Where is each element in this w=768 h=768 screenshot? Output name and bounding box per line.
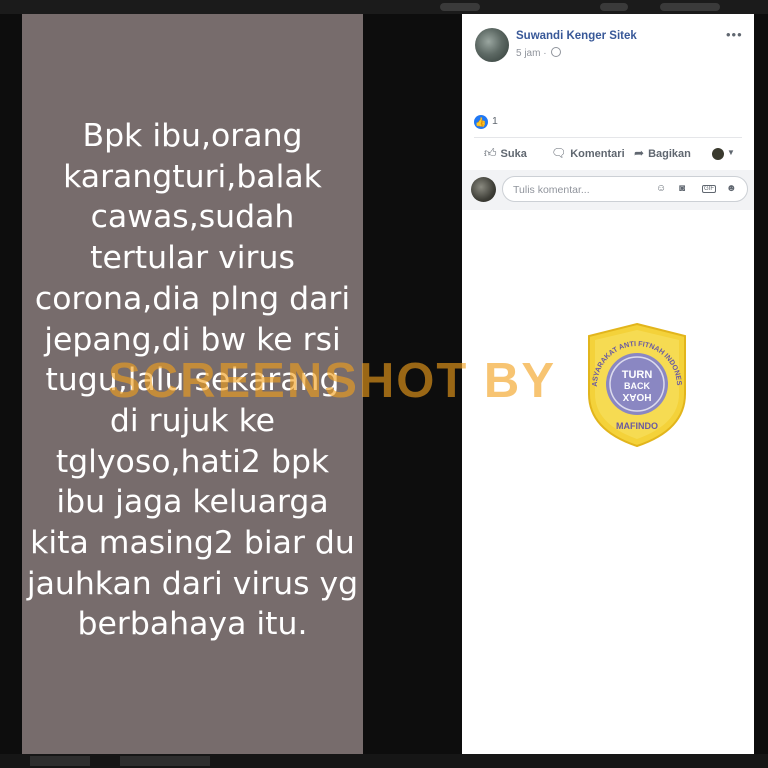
share-icon: ➦ (634, 146, 645, 160)
author-name[interactable]: Suwandi Kenger Sitek (516, 30, 637, 42)
meta-separator: · (543, 48, 547, 59)
comment-button[interactable]: 🗨︎ Komentari (551, 146, 625, 160)
share-button[interactable]: ➦ Bagikan (634, 146, 691, 160)
watermark-text: SCREENSHOT BY (108, 354, 557, 408)
camera-icon[interactable]: ◙ (679, 183, 685, 194)
like-button[interactable]: 👍︎ Suka (484, 146, 527, 161)
taskbar-item[interactable] (30, 756, 90, 766)
author-avatar[interactable] (475, 28, 509, 62)
taskbar (0, 754, 768, 768)
comment-icon: 🗨︎ (551, 146, 567, 160)
svg-text:TURN: TURN (622, 369, 653, 381)
top-bar-element (440, 3, 480, 11)
svg-text:BACK: BACK (624, 381, 650, 391)
taskbar-item[interactable] (120, 756, 210, 766)
top-bar-element (600, 3, 628, 11)
top-bar-element (660, 3, 720, 11)
like-count[interactable]: 1 (492, 115, 498, 127)
divider (474, 137, 742, 138)
svg-text:HOAX: HOAX (622, 391, 651, 402)
post-meta: 5 jam · (516, 47, 562, 59)
share-as-avatar[interactable] (712, 148, 724, 160)
globe-icon (551, 47, 562, 57)
post-time[interactable]: 5 jam (516, 48, 540, 59)
comment-button-label: Komentari (570, 148, 625, 160)
like-button-label: Suka (500, 148, 527, 160)
thumbs-up-icon: 👍︎ (484, 146, 497, 160)
sticker-icon[interactable]: ☻ (726, 183, 737, 194)
share-button-label: Bagikan (648, 148, 691, 160)
more-options-icon[interactable]: ••• (726, 27, 743, 42)
commenter-avatar (471, 177, 496, 202)
mafindo-logo: MASYARAKAT ANTI FITNAH INDONESIA TURN BA… (585, 322, 686, 448)
browser-top-bar (0, 0, 768, 14)
smiley-icon[interactable]: ☺ (656, 183, 666, 194)
like-reaction-icon[interactable]: 👍 (474, 115, 488, 129)
gif-icon[interactable]: GIF (702, 185, 716, 193)
svg-text:MAFINDO: MAFINDO (616, 421, 658, 431)
chevron-down-icon[interactable]: ▼ (727, 148, 735, 157)
